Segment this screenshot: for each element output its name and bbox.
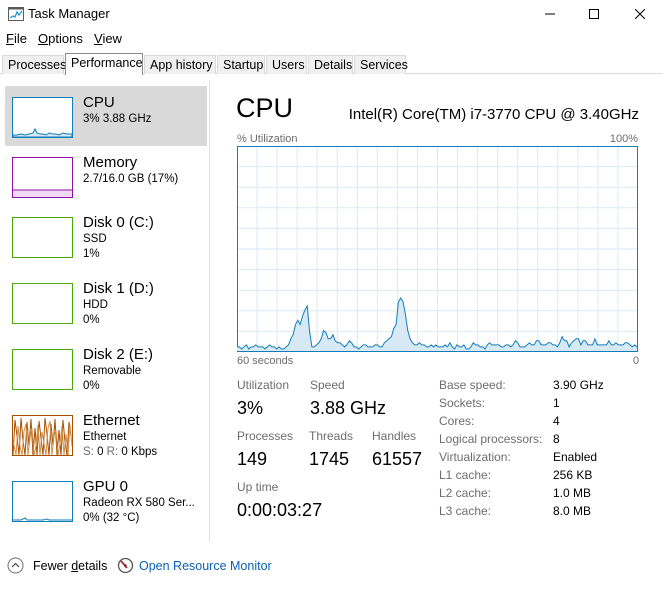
- disk-2-thumbnail-graph: [12, 349, 73, 390]
- detail-value: 4: [553, 414, 560, 428]
- detail-value: 8: [553, 432, 560, 446]
- detail-label: Cores:: [439, 414, 475, 428]
- menu-file[interactable]: File: [6, 31, 27, 46]
- fewer-details-button[interactable]: Fewer details: [33, 559, 107, 573]
- detail-label: L3 cache:: [439, 504, 492, 518]
- utilization-label: Utilization: [237, 378, 290, 392]
- detail-label: Logical processors:: [439, 432, 543, 446]
- sidebar-item-value: 0% (32 °C): [83, 512, 140, 524]
- ethernet-throughput: S: 0 R: 0 Kbps: [83, 446, 158, 458]
- sidebar-item-title: Disk 2 (E:): [83, 346, 154, 363]
- resource-sidebar: CPU 3% 3.88 GHz Memory 2.7/16.0 GB (17%)…: [0, 80, 210, 542]
- detail-value: 8.0 MB: [553, 504, 592, 518]
- chevron-up-icon[interactable]: [7, 557, 24, 574]
- detail-label: Sockets:: [439, 396, 486, 410]
- graph-y-min: 0: [633, 355, 640, 367]
- tab-startup[interactable]: Startup: [217, 55, 265, 74]
- sidebar-item-memory[interactable]: Memory 2.7/16.0 GB (17%): [5, 146, 207, 206]
- disk-1-thumbnail-graph: [12, 283, 73, 324]
- tab-users[interactable]: Users: [266, 55, 307, 74]
- sidebar-item-title: GPU 0: [83, 478, 129, 495]
- ethernet-thumbnail-graph: [12, 415, 73, 456]
- tab-services[interactable]: Services: [354, 55, 408, 74]
- page-title: CPU: [236, 93, 294, 123]
- detail-label: L2 cache:: [439, 486, 492, 500]
- sidebar-item-cpu[interactable]: CPU 3% 3.88 GHz: [5, 86, 207, 146]
- detail-label: Base speed:: [439, 378, 506, 392]
- speed-label: Speed: [310, 378, 345, 392]
- detail-label: Virtualization:: [439, 450, 511, 464]
- sidebar-item-ethernet[interactable]: Ethernet Ethernet S: 0 R: 0 Kbps: [5, 404, 207, 464]
- tab-details[interactable]: Details: [308, 55, 353, 74]
- detail-label: L1 cache:: [439, 468, 492, 482]
- memory-thumbnail-graph: [12, 157, 73, 198]
- graph-y-label: % Utilization: [237, 133, 298, 145]
- menu-options[interactable]: Options: [38, 31, 83, 46]
- sidebar-item-disk-1[interactable]: Disk 1 (D:) HDD 0%: [5, 272, 207, 332]
- menu-view[interactable]: View: [94, 31, 122, 46]
- sidebar-item-gpu-0[interactable]: GPU 0 Radeon RX 580 Ser... 0% (32 °C): [5, 470, 207, 530]
- graph-time-span: 60 seconds: [237, 355, 294, 367]
- speed-value: 3.88 GHz: [310, 398, 387, 418]
- sidebar-item-value: 0%: [83, 380, 100, 392]
- cpu-model-name: Intel(R) Core(TM) i7-3770 CPU @ 3.40GHz: [348, 106, 639, 123]
- open-resource-monitor-link[interactable]: Open Resource Monitor: [139, 559, 272, 573]
- detail-value: 1: [553, 396, 560, 410]
- sidebar-item-subtitle: Ethernet: [83, 431, 127, 443]
- detail-value: 1.0 MB: [553, 486, 592, 500]
- menu-bar: File Options View: [0, 29, 663, 49]
- window-title: Task Manager: [28, 6, 110, 21]
- sidebar-item-subtitle: SSD: [83, 233, 107, 245]
- threads-label: Threads: [309, 429, 354, 443]
- handles-label: Handles: [372, 429, 417, 443]
- minimize-button[interactable]: [527, 0, 573, 28]
- sidebar-item-disk-2[interactable]: Disk 2 (E:) Removable 0%: [5, 338, 207, 398]
- cpu-thumbnail-graph: [12, 97, 73, 138]
- threads-value: 1745: [309, 449, 350, 469]
- close-button[interactable]: [617, 0, 663, 28]
- sidebar-item-title: Memory: [83, 154, 138, 171]
- utilization-value: 3%: [237, 398, 264, 418]
- uptime-value: 0:00:03:27: [237, 500, 323, 520]
- maximize-button[interactable]: [571, 0, 617, 28]
- processes-label: Processes: [237, 429, 294, 443]
- gpu-thumbnail-graph: [12, 481, 73, 522]
- resource-monitor-icon: [117, 557, 134, 574]
- tab-bar: Processes Performance App history Startu…: [0, 53, 663, 75]
- task-manager-icon: [8, 7, 24, 21]
- sidebar-item-subtitle: HDD: [83, 299, 108, 311]
- sidebar-item-subtitle: 3% 3.88 GHz: [83, 113, 152, 125]
- sidebar-item-title: Ethernet: [83, 412, 140, 429]
- tab-processes[interactable]: Processes: [2, 55, 66, 74]
- maximize-icon: [589, 9, 599, 19]
- graph-y-max: 100%: [609, 133, 638, 145]
- sidebar-item-title: CPU: [83, 94, 115, 111]
- sidebar-item-title: Disk 0 (C:): [83, 214, 154, 231]
- sidebar-item-disk-0[interactable]: Disk 0 (C:) SSD 1%: [5, 206, 207, 266]
- processes-value: 149: [237, 449, 268, 469]
- sidebar-item-subtitle: 2.7/16.0 GB (17%): [83, 173, 179, 185]
- sidebar-item-subtitle: Radeon RX 580 Ser...: [83, 497, 195, 509]
- sidebar-item-title: Disk 1 (D:): [83, 280, 154, 297]
- detail-value: 3.90 GHz: [553, 378, 604, 392]
- disk-0-thumbnail-graph: [12, 217, 73, 258]
- sidebar-item-value: 0%: [83, 314, 100, 326]
- close-icon: [635, 9, 645, 19]
- uptime-label: Up time: [237, 480, 279, 494]
- detail-value: Enabled: [553, 450, 598, 464]
- tab-app-history[interactable]: App history: [144, 55, 216, 74]
- detail-value: 256 KB: [553, 468, 593, 482]
- cpu-utilization-graph: [237, 146, 638, 352]
- footer-bar: Fewer details Open Resource Monitor: [0, 553, 663, 579]
- minimize-icon: [545, 13, 555, 15]
- sidebar-item-subtitle: Removable: [83, 365, 142, 377]
- title-bar[interactable]: Task Manager: [0, 0, 663, 28]
- sidebar-item-value: 1%: [83, 248, 100, 260]
- tab-performance[interactable]: Performance: [65, 53, 143, 75]
- handles-value: 61557: [372, 449, 423, 469]
